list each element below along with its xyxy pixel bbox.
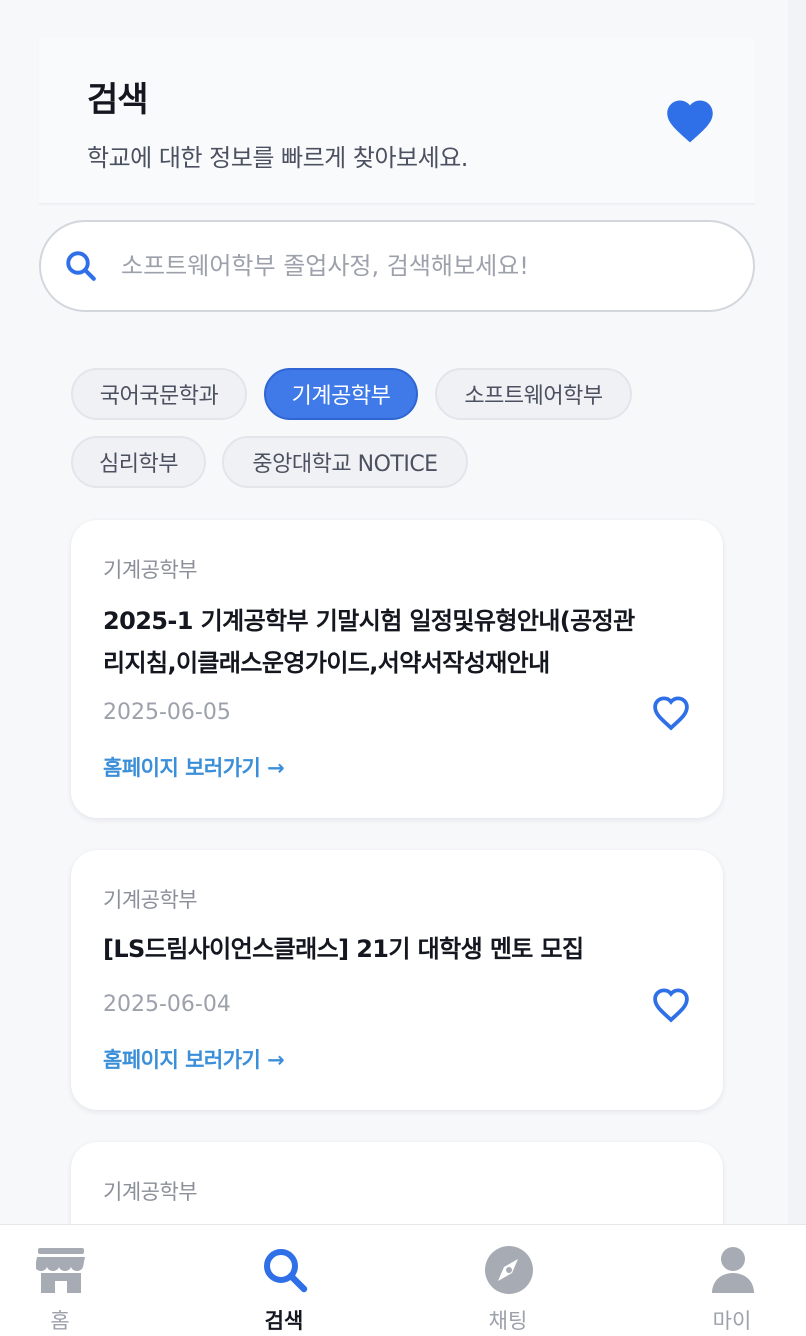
page-title: 검색: [87, 80, 149, 120]
post-title-line: 리지침,이클래스운영가이드,서약서작성재안내: [103, 649, 550, 677]
chip-korean-literature[interactable]: 국어국문학과: [71, 368, 247, 420]
chip-cau-notice[interactable]: 중앙대학교 NOTICE: [222, 436, 468, 488]
post-card[interactable]: 기계공학부 [LS드림사이언스클래스] 21기 대학생 멘토 모집 2025-0…: [71, 850, 723, 1110]
like-button[interactable]: [649, 690, 693, 734]
heart-outline-icon: [653, 988, 689, 1023]
bottom-nav: 홈 검색 채팅 마이: [0, 1224, 806, 1336]
post-title-line: 2025-1 기계공학부 기말시험 일정및유형안내(공정관: [103, 607, 635, 635]
post-date: 2025-06-05: [103, 700, 231, 725]
homepage-link[interactable]: 홈페이지 보러가기 →: [103, 752, 285, 782]
post-department: 기계공학부: [103, 558, 198, 582]
store-icon: [36, 1248, 85, 1293]
nav-item-my[interactable]: 마이: [672, 1225, 792, 1336]
post-department: 기계공학부: [103, 1180, 198, 1204]
scroll-gutter: [788, 0, 806, 1336]
page-header: [39, 38, 755, 204]
search-icon: [264, 1249, 308, 1293]
nav-label: 마이: [712, 1309, 752, 1333]
nav-label: 검색: [264, 1309, 304, 1333]
homepage-link[interactable]: 홈페이지 보러가기 →: [103, 1044, 285, 1074]
post-department: 기계공학부: [103, 888, 198, 912]
page-subtitle: 학교에 대한 정보를 빠르게 찾아보세요.: [87, 144, 468, 172]
chip-mechanical-engineering[interactable]: 기계공학부: [264, 368, 418, 420]
nav-label: 채팅: [488, 1309, 528, 1333]
like-button[interactable]: [649, 982, 693, 1026]
post-title: [LS드림사이언스클래스] 21기 대학생 멘토 모집: [103, 935, 584, 963]
heart-outline-icon: [653, 696, 689, 731]
favorites-button[interactable]: [662, 92, 718, 148]
nav-item-home[interactable]: 홈: [0, 1225, 120, 1336]
post-card[interactable]: 기계공학부 2025-1 기계공학부 기말시험 일정및유형안내(공정관 리지침,…: [71, 520, 723, 818]
chip-software[interactable]: 소프트웨어학부: [435, 368, 632, 420]
nav-item-chat[interactable]: 채팅: [448, 1225, 568, 1336]
nav-item-search[interactable]: 검색: [224, 1225, 344, 1336]
search-input[interactable]: [121, 240, 721, 292]
chip-psychology[interactable]: 심리학부: [71, 436, 206, 488]
compass-icon: [485, 1246, 533, 1294]
post-date: 2025-06-04: [103, 992, 231, 1017]
page: 검색 학교에 대한 정보를 빠르게 찾아보세요. 국어국문학과 기계공학부 소프…: [6, 0, 788, 1336]
nav-label: 홈: [50, 1309, 70, 1333]
person-icon: [712, 1247, 754, 1293]
heart-filled-icon: [667, 100, 713, 143]
search-bar: [39, 220, 755, 312]
search-icon: [66, 251, 96, 281]
post-title: 2025-1 기계공학부 기말시험 일정및유형안내(공정관 리지침,이클래스운영…: [103, 600, 703, 684]
